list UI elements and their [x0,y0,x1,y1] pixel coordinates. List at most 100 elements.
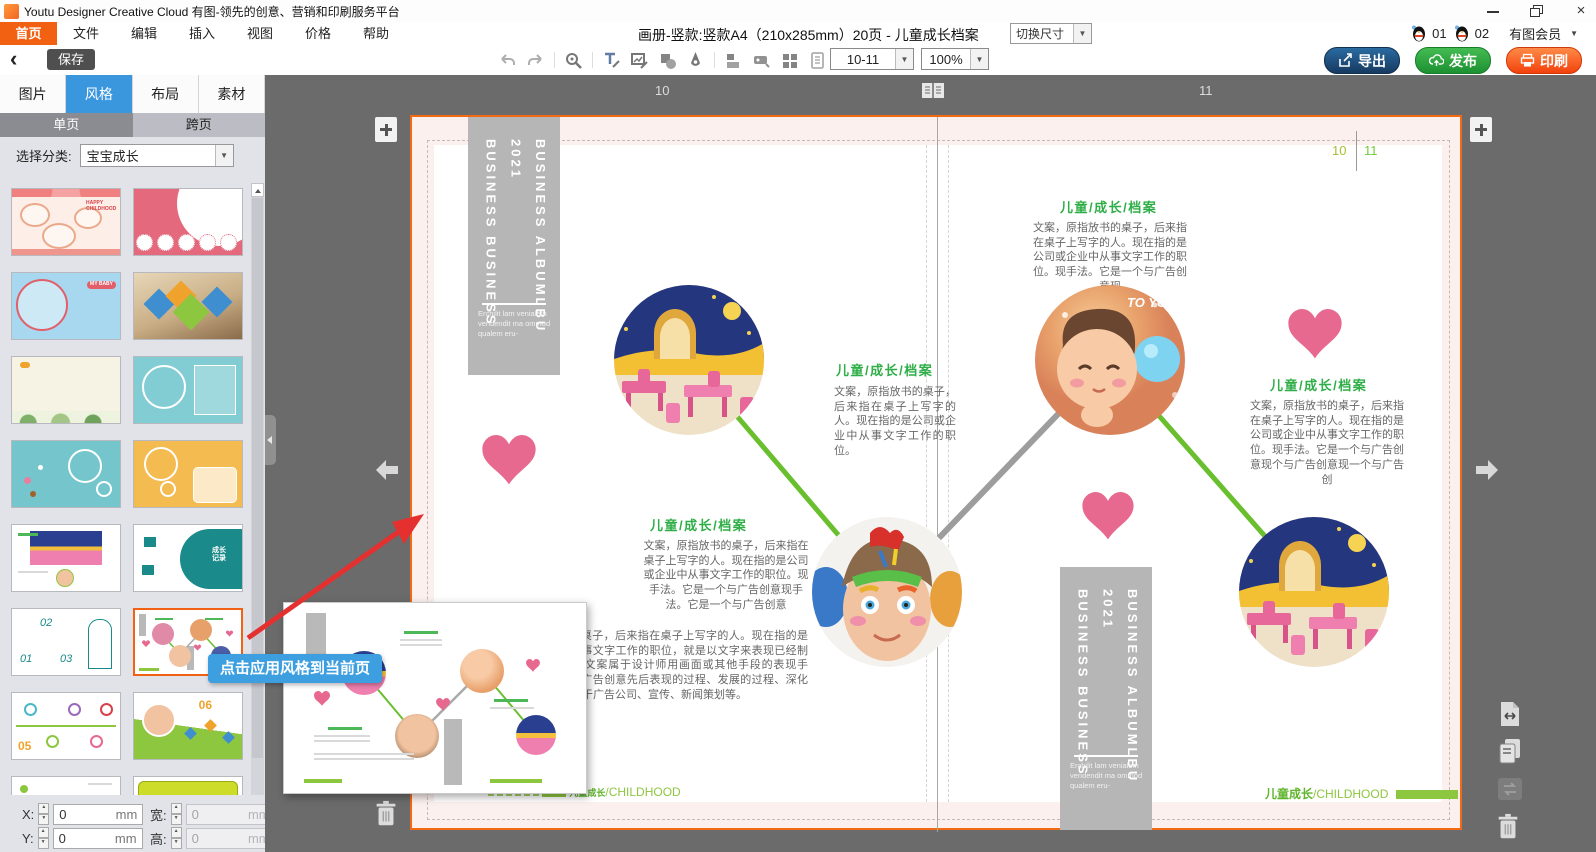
y-label: Y: [22,831,34,846]
text-tool-icon[interactable] [602,51,621,70]
print-button[interactable]: 印刷 [1506,47,1582,74]
x-value: 0 [59,807,66,822]
qq-penguin-icon[interactable] [1453,25,1469,42]
height-value: 0 [192,831,199,846]
page-tool-icon[interactable] [808,51,827,70]
business-banner-left[interactable]: BUSINESS ALBUMLBU 2021 BUSINESS BUSINESS… [468,117,560,375]
slideshow-tool-icon[interactable] [752,51,771,70]
section-title[interactable]: 儿童/成长/档案 [1270,375,1367,394]
style-thumbnail[interactable] [133,188,243,256]
heart-icon[interactable] [482,435,536,485]
paragraph[interactable]: 文案，原指放书的桌子，后来指在桌子上写字的人。现在指的是公司或企业中从事文字工作… [834,385,956,459]
section-title[interactable]: 儿童/成长/档案 [650,515,747,534]
style-thumbnail[interactable] [133,356,243,424]
style-thumbnail[interactable]: 成长记录 [133,524,243,592]
scroll-up-icon[interactable] [251,183,264,197]
paragraph[interactable]: 文案，原指放书的桌子，后来指在桌子上写字的人。现在指的是公司或企业中从事文字工作… [1248,399,1406,487]
redo-icon[interactable] [526,51,545,70]
tab-layout[interactable]: 布局 [133,75,199,113]
delete-page-icon[interactable] [1495,813,1521,841]
restore-icon[interactable] [1530,5,1544,17]
width-field[interactable]: 0 mm [186,804,265,825]
grid-tool-icon[interactable] [780,51,799,70]
member-menu[interactable]: 有图会员 [1509,24,1561,43]
page-range-dropdown[interactable]: 10-11 ▼ [830,48,914,70]
sidebar-scrollbar[interactable] [251,183,264,795]
banner-title: BUSINESS ALBUMLBU 2021 [1095,589,1144,830]
menu-help[interactable]: 帮助 [347,22,405,45]
canvas-area[interactable]: 10 11 BUSINESS AL [265,75,1596,852]
business-banner-right[interactable]: BUSINESS ALBUMLBU 2021 BUSINESS BUSINESS… [1060,567,1152,830]
section-title[interactable]: 儿童/成长/档案 [836,360,933,379]
tab-style[interactable]: 风格 [66,75,132,113]
tab-material[interactable]: 素材 [199,75,265,113]
resize-page-icon[interactable] [1497,700,1523,728]
paragraph[interactable]: 文案，原指放书的桌子，后来指在桌子上写字的人。现在指的是公司或企业中从事文字工作… [640,539,812,613]
add-page-right-icon[interactable] [1470,117,1492,142]
spread-view-icon[interactable] [921,82,945,99]
style-thumbnail[interactable] [133,272,243,340]
back-button[interactable]: ‹ [10,46,17,72]
sidebar: 图片 风格 布局 素材 单页 跨页 选择分类: 宝宝成长 ▼ HAPPY CHI… [0,75,265,852]
footer-right[interactable]: 儿童成长/CHILDHOOD [1265,785,1458,802]
menu-file[interactable]: 文件 [57,22,115,45]
publish-button[interactable]: 发布 [1415,47,1491,74]
chevron-down-icon: ▼ [970,49,988,69]
style-thumbnail[interactable] [11,440,121,508]
style-thumbnail[interactable]: HAPPY CHILDHOOD [11,188,121,256]
image-tool-icon[interactable] [630,51,649,70]
qq-penguin-icon[interactable] [1410,25,1426,42]
section-title[interactable]: 儿童/成长/档案 [1060,197,1157,216]
size-switch-dropdown[interactable]: 切换尺寸 ▼ [1010,23,1092,44]
shape-tool-icon[interactable] [658,51,677,70]
y-stepper[interactable]: ▲▼ [38,827,49,849]
boy-photo[interactable] [812,517,962,667]
tab-image[interactable]: 图片 [0,75,66,113]
minimize-icon[interactable] [1486,5,1500,17]
print-label: 印刷 [1540,51,1568,71]
category-dropdown[interactable]: 宝宝成长 ▼ [80,144,234,167]
menu-insert[interactable]: 插入 [173,22,231,45]
heart-icon[interactable] [1082,492,1134,540]
add-page-left-icon[interactable] [375,117,397,142]
subtab-spread-page[interactable]: 跨页 [133,113,266,137]
style-thumbnail[interactable] [133,440,243,508]
style-thumbnail[interactable]: 05 [11,692,121,760]
delete-spread-icon[interactable] [373,800,399,828]
classroom-photo[interactable] [614,285,764,435]
style-thumbnail[interactable]: MY BABY [11,272,121,340]
pen-tool-icon[interactable] [686,51,705,70]
menu-view[interactable]: 视图 [231,22,289,45]
spine-line [937,117,938,832]
style-thumbnail[interactable]: 02 01 03 [11,608,121,676]
paragraph[interactable]: 文案，原指放书的桌子，后来指在桌子上写字的人。现在指的是公司或企业中从事文字工作… [1030,221,1190,295]
style-thumbnail[interactable] [11,524,121,592]
y-field[interactable]: 0 mm [53,828,143,849]
close-icon[interactable]: × [1574,5,1588,17]
sidebar-collapse-handle[interactable] [265,415,276,465]
height-field[interactable]: 0 mm [186,828,265,849]
subtab-single-page[interactable]: 单页 [0,113,133,137]
height-stepper[interactable]: ▲▼ [171,827,182,849]
zoom-tool-icon[interactable] [564,51,583,70]
cartoon-girl-photo[interactable]: TO YOU [1035,285,1185,435]
prev-spread-arrow-icon[interactable] [373,457,401,483]
x-field[interactable]: 0 mm [53,804,143,825]
copy-page-icon[interactable] [1497,737,1523,765]
save-button[interactable]: 保存 [47,49,95,70]
menu-edit[interactable]: 编辑 [115,22,173,45]
export-button[interactable]: 导出 [1324,47,1400,74]
width-stepper[interactable]: ▲▼ [171,803,182,825]
heart-icon[interactable] [1288,309,1342,359]
menu-home[interactable]: 首页 [0,22,57,45]
undo-icon[interactable] [498,51,517,70]
classroom-photo[interactable] [1239,517,1389,667]
x-stepper[interactable]: ▲▼ [38,803,49,825]
swap-page-icon[interactable] [1497,775,1523,803]
style-thumbnail[interactable] [11,356,121,424]
zoom-level-dropdown[interactable]: 100% ▼ [921,48,989,70]
next-spread-arrow-icon[interactable] [1473,457,1501,483]
menu-price[interactable]: 价格 [289,22,347,45]
align-tool-icon[interactable] [724,51,743,70]
style-thumbnail[interactable]: 06 [133,692,243,760]
